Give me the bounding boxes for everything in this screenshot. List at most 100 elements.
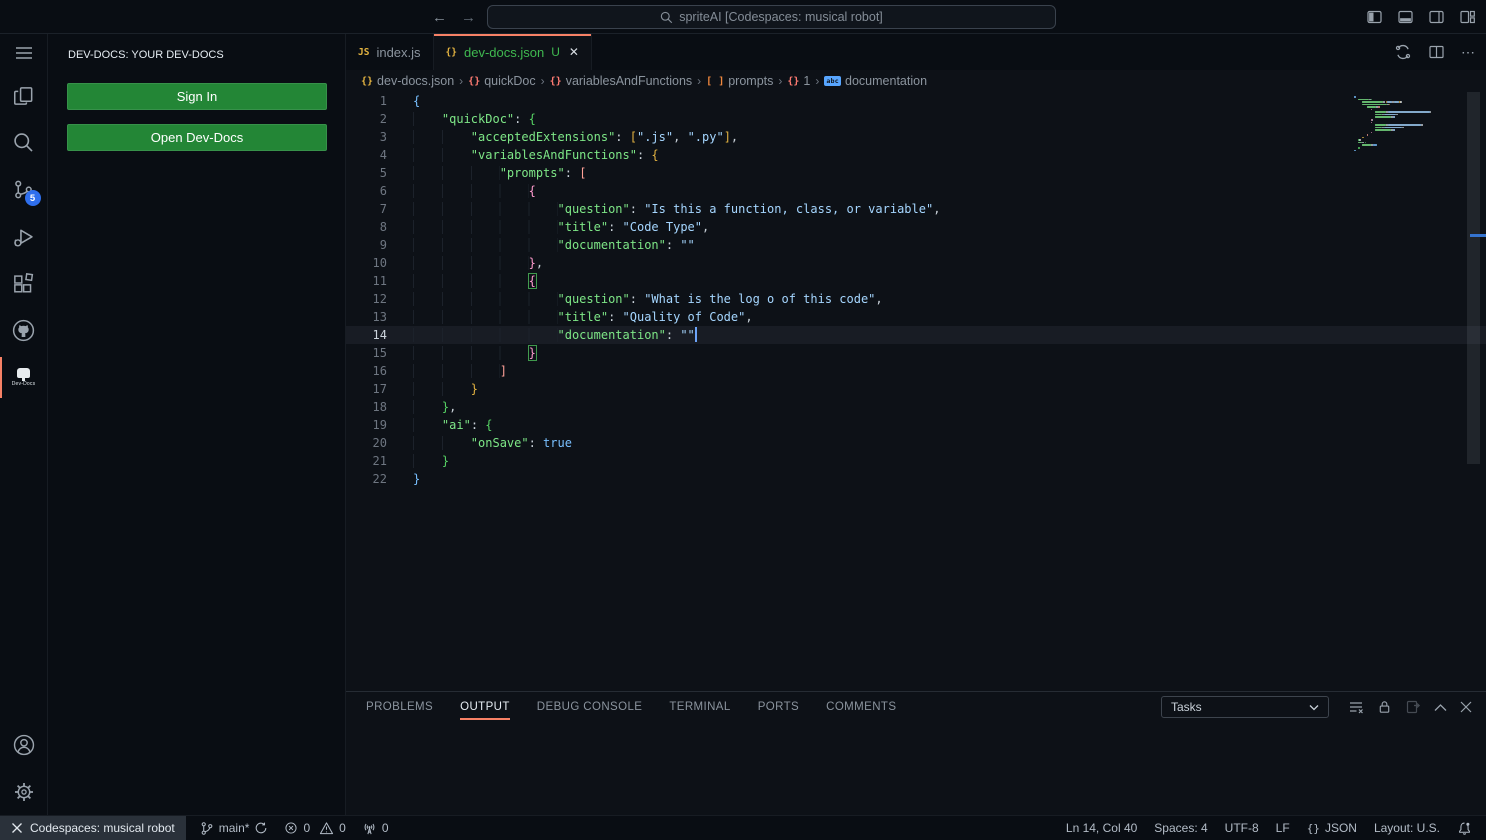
code-token xyxy=(413,130,471,144)
panel-tab-terminal[interactable]: TERMINAL xyxy=(669,701,730,713)
code-token xyxy=(413,274,529,288)
sidebar-item-run-debug[interactable] xyxy=(0,213,48,260)
command-center-search[interactable]: spriteAI [Codespaces: musical robot] xyxy=(487,5,1056,29)
back-arrow-icon[interactable]: ← xyxy=(432,9,447,26)
code-token: : xyxy=(565,166,579,180)
toggle-primary-sidebar-icon[interactable] xyxy=(1366,9,1383,25)
eol-status[interactable]: LF xyxy=(1276,821,1290,835)
output-channel-value: Tasks xyxy=(1171,700,1202,714)
breadcrumb-item[interactable]: {}variablesAndFunctions xyxy=(550,74,693,88)
line-number: 11 xyxy=(346,272,413,290)
open-log-file-icon[interactable] xyxy=(1405,699,1421,715)
tab-dev-docs-json[interactable]: {} dev-docs.json U ✕ xyxy=(434,34,592,70)
code-token: , xyxy=(536,256,543,270)
panel-tab-comments[interactable]: COMMENTS xyxy=(826,701,896,713)
keyboard-layout[interactable]: Layout: U.S. xyxy=(1374,821,1440,835)
search-icon xyxy=(13,132,34,153)
breadcrumb-label: 1 xyxy=(803,74,810,88)
code-line: 21 } xyxy=(346,452,1486,470)
code-token: } xyxy=(529,346,536,360)
notifications-bell[interactable] xyxy=(1457,821,1472,836)
panel-tab-output[interactable]: OUTPUT xyxy=(460,701,510,713)
language-mode[interactable]: {}JSON xyxy=(1307,821,1357,835)
minimap-line xyxy=(1402,127,1404,129)
panel-tab-debug-console[interactable]: DEBUG CONSOLE xyxy=(537,701,643,713)
sidebar-item-source-control[interactable]: 5 xyxy=(0,166,48,213)
menu-button[interactable] xyxy=(0,34,48,72)
warning-count: 0 xyxy=(339,821,346,835)
code-line: 16 ] xyxy=(346,362,1486,380)
editor-tab-bar: JS index.js {} dev-docs.json U ✕ ⋯ xyxy=(346,34,1486,70)
js-file-icon: JS xyxy=(358,47,369,58)
clear-output-icon[interactable] xyxy=(1348,700,1364,715)
panel-tab-ports[interactable]: PORTS xyxy=(758,701,799,713)
code-token: : xyxy=(666,238,680,252)
more-actions-icon[interactable]: ⋯ xyxy=(1461,44,1476,61)
close-panel-icon[interactable] xyxy=(1460,701,1472,713)
minimap-line xyxy=(1372,119,1374,121)
code-token: "title" xyxy=(558,220,609,234)
command-center-text: spriteAI [Codespaces: musical robot] xyxy=(679,10,883,24)
minimap-line xyxy=(1421,124,1423,126)
editor-scrollbar[interactable] xyxy=(1467,92,1480,464)
breadcrumb-item[interactable]: {}1 xyxy=(787,74,810,88)
minimap-line xyxy=(1371,99,1373,101)
open-changes-icon[interactable] xyxy=(1394,43,1412,61)
code-token: "Code Type" xyxy=(623,220,702,234)
customize-layout-icon[interactable] xyxy=(1459,9,1476,25)
indentation-status[interactable]: Spaces: 4 xyxy=(1154,821,1207,835)
open-devdocs-button[interactable]: Open Dev-Docs xyxy=(67,124,327,151)
overview-ruler-cursor-marker xyxy=(1470,234,1486,237)
branch-status[interactable]: main* xyxy=(200,821,269,836)
code-line: 12 "question": "What is the log o of thi… xyxy=(346,290,1486,308)
code-token: : xyxy=(666,328,680,342)
code-token: [ xyxy=(630,130,637,144)
minimap-line xyxy=(1375,114,1382,116)
sidebar-item-extensions[interactable] xyxy=(0,260,48,307)
output-channel-select[interactable]: Tasks xyxy=(1161,696,1329,718)
breadcrumb-item[interactable]: {}quickDoc xyxy=(468,74,535,88)
minimap-line xyxy=(1362,101,1383,103)
close-tab-icon[interactable]: ✕ xyxy=(569,45,579,59)
sign-in-button[interactable]: Sign In xyxy=(67,83,327,110)
breadcrumb-separator: › xyxy=(541,74,545,88)
lock-autoscroll-icon[interactable] xyxy=(1377,699,1392,715)
code-token: ".py" xyxy=(688,130,724,144)
code-text: } xyxy=(413,452,449,470)
minimap-line xyxy=(1375,129,1391,131)
remote-indicator[interactable]: Codespaces: musical robot xyxy=(0,816,186,840)
panel-tab-problems[interactable]: PROBLEMS xyxy=(366,701,433,713)
maximize-panel-icon[interactable] xyxy=(1434,703,1447,712)
breadcrumb-item[interactable]: abcdocumentation xyxy=(824,74,927,88)
toggle-panel-icon[interactable] xyxy=(1397,9,1414,25)
bottom-panel: PROBLEMS OUTPUT DEBUG CONSOLE TERMINAL PORTS… xyxy=(346,691,1486,815)
code-line: 2 "quickDoc": { xyxy=(346,110,1486,128)
split-editor-icon[interactable] xyxy=(1428,44,1445,60)
code-token: { xyxy=(413,94,420,108)
sidebar-item-explorer[interactable] xyxy=(0,72,48,119)
minimap[interactable] xyxy=(1354,95,1446,155)
code-text: "documentation": "" xyxy=(413,326,697,344)
braces-icon: {} xyxy=(1307,822,1320,835)
line-number: 13 xyxy=(346,308,413,326)
cursor-position[interactable]: Ln 14, Col 40 xyxy=(1066,821,1137,835)
problems-status[interactable]: 0 0 xyxy=(284,821,345,835)
minimap-line xyxy=(1371,122,1373,124)
sidebar-item-devdocs[interactable]: Dev-Docs xyxy=(0,354,48,401)
line-number: 21 xyxy=(346,452,413,470)
github-icon xyxy=(12,319,35,342)
toggle-secondary-sidebar-icon[interactable] xyxy=(1428,9,1445,25)
tab-index-js[interactable]: JS index.js xyxy=(346,34,434,70)
sidebar-item-github[interactable] xyxy=(0,307,48,354)
breadcrumb-item[interactable]: {}dev-docs.json xyxy=(361,74,454,88)
line-number: 10 xyxy=(346,254,413,272)
breadcrumb-item[interactable]: [ ]prompts xyxy=(706,74,773,88)
ports-status[interactable]: 0 xyxy=(362,821,389,836)
code-editor[interactable]: 1{2 "quickDoc": {3 "acceptedExtensions":… xyxy=(346,92,1486,691)
encoding-status[interactable]: UTF-8 xyxy=(1225,821,1259,835)
sidebar-item-search[interactable] xyxy=(0,119,48,166)
settings-button[interactable] xyxy=(0,768,48,815)
code-token xyxy=(413,220,558,234)
forward-arrow-icon[interactable]: → xyxy=(461,9,476,26)
accounts-button[interactable] xyxy=(0,721,48,768)
